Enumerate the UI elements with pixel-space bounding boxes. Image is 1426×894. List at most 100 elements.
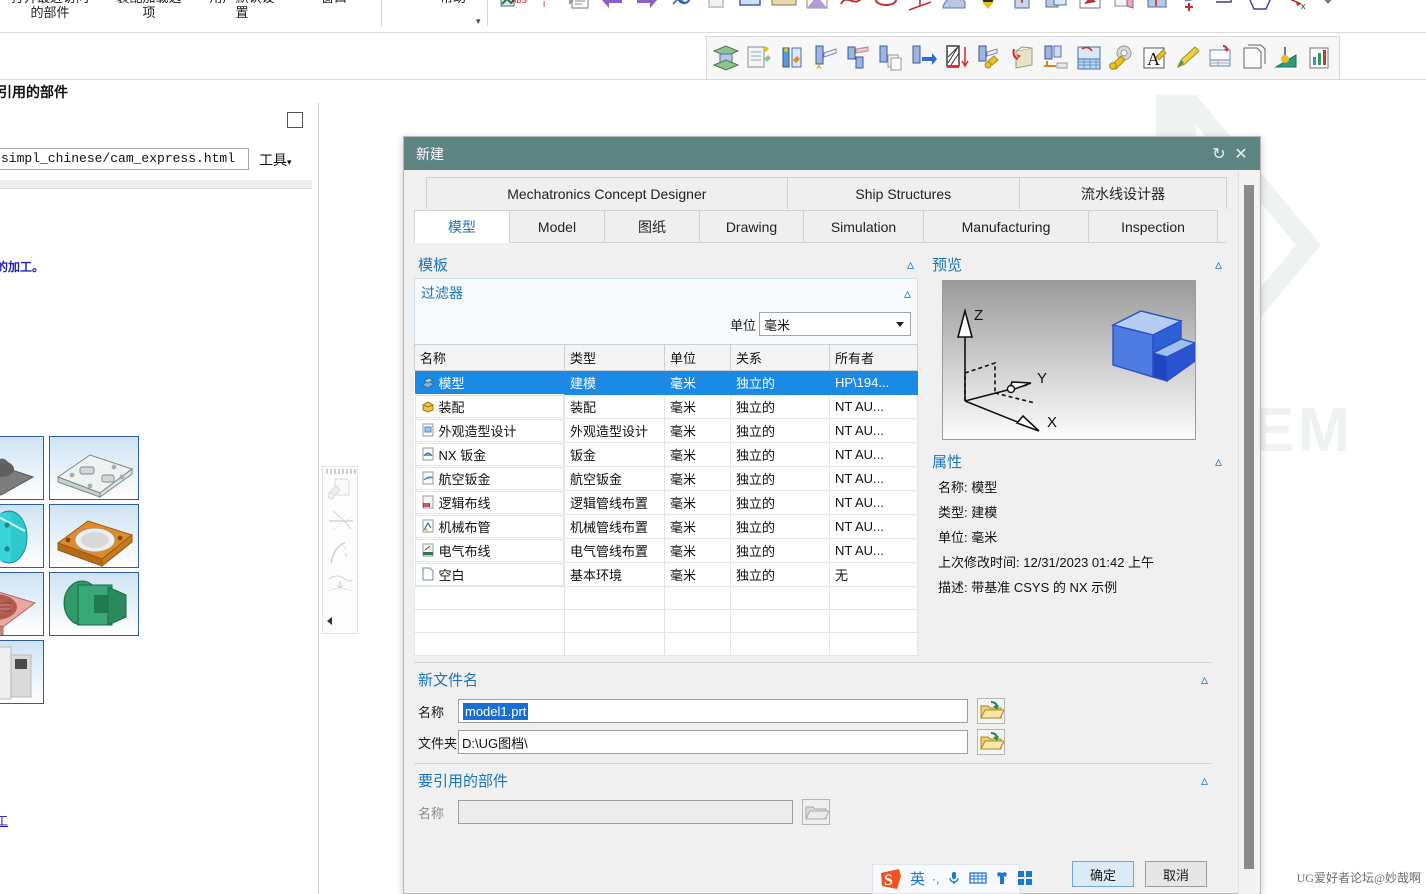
table-row-empty[interactable] [414,609,918,633]
tab-5[interactable]: Manufacturing [923,210,1089,243]
table-row[interactable]: 模型 建模 毫米 独立的 HP\194... [414,370,918,395]
boolean-icon[interactable] [1041,0,1071,18]
filter-header[interactable]: 过滤器 ▵️ [421,283,911,303]
bridge-curve-icon[interactable] [327,571,355,599]
tool-copy-icon[interactable] [876,43,906,73]
tool-grid-icon[interactable] [1074,43,1104,73]
tab-3[interactable]: Drawing [699,210,804,243]
table-column-header[interactable]: 关系 [730,344,830,371]
add-feature-icon[interactable] [1177,0,1207,18]
chamfer-icon[interactable] [973,0,1003,18]
tab-2[interactable]: 图纸 [604,210,700,243]
doc-checkbox[interactable] [287,112,303,128]
menu-item-help[interactable]: 帮助 [407,0,499,5]
open-folder-icon[interactable] [977,698,1005,724]
table-row[interactable]: 空白 基本环境 毫米 独立的无 [414,562,918,587]
thumbnail-item[interactable] [49,436,139,500]
assembly-layers-icon[interactable] [711,43,741,73]
menu-item-assembly-load[interactable]: 装配加载选项 [103,0,195,20]
template-section-header[interactable]: 模板 ▵️ [414,253,918,278]
keyboard-icon[interactable] [969,870,988,889]
section-view-icon[interactable] [803,0,833,18]
tool-create-icon[interactable] [777,43,807,73]
tool-machine-icon[interactable] [1041,43,1071,73]
tool-list-icon[interactable] [744,43,774,73]
measure-icon[interactable] [769,0,799,18]
abs-csys-icon[interactable]: ABS [497,0,527,18]
unit-select[interactable]: 毫米 [759,312,911,336]
tab-1[interactable]: Model [509,210,605,243]
reference-section-header[interactable]: 要引用的部件 ▵️ [414,769,1212,794]
table-row[interactable]: 航空钣金 航空钣金 毫米 独立的 NT AU... [414,466,918,491]
table-row[interactable]: 外观造型设计 外观造型设计 毫米 独立的 NT AU... [414,418,918,443]
view-section-icon[interactable] [1272,43,1302,73]
sketch-tool-icon[interactable] [327,475,355,503]
thumbnail-item[interactable] [0,572,44,636]
table-row[interactable]: 机械布管 机械管线布置 毫米 独立的 NT AU... [414,514,918,539]
refresh-view-icon[interactable] [667,0,697,18]
table-column-header[interactable]: 名称 [414,344,565,371]
apps-icon[interactable] [1017,870,1033,889]
tab-0[interactable]: Mechatronics Concept Designer [426,177,788,209]
chevron-up-icon[interactable]: ▵️ [1215,256,1222,273]
circle-icon[interactable] [871,0,901,18]
newfile-section-header[interactable]: 新文件名 ▵️ [414,668,1212,693]
cancel-button[interactable]: 取消 [1145,861,1207,887]
table-row[interactable]: 电气布线 电气管线布置 毫米 独立的 NT AU... [414,538,918,563]
chevron-up-icon[interactable]: ▵️ [1201,772,1208,789]
open-folder-icon[interactable] [977,729,1005,755]
fit-view-icon[interactable] [735,0,765,18]
ok-button[interactable]: 确定 [1072,861,1134,887]
chart-icon[interactable] [1305,43,1335,73]
dialog-scrollbar[interactable] [1238,171,1259,894]
newfile-folder-input[interactable] [458,730,968,754]
pencil-icon[interactable] [1173,43,1203,73]
ime-punctuation-button[interactable]: ·, [932,873,939,885]
skin-icon[interactable] [994,870,1010,889]
delete-constraint-icon[interactable]: x [1279,0,1309,18]
table-row[interactable]: NX 钣金 钣金 毫米 独立的 NT AU... [414,442,918,467]
preview-section-header[interactable]: 预览 ▵️ [928,253,1226,278]
refresh-icon[interactable]: ↻ [1208,143,1230,165]
close-icon[interactable]: ✕ [1230,143,1252,165]
doc-url-field[interactable]: simpl_chinese/cam_express.html [0,148,249,170]
chevron-up-icon[interactable]: ▵️ [1201,671,1208,688]
doc-tools-menu[interactable]: 工具▾ [259,150,292,170]
tab-4[interactable]: Simulation [803,210,924,243]
table-column-header[interactable]: 单位 [664,344,731,371]
table-column-header[interactable]: 所有者 [829,344,918,371]
sogou-logo-icon[interactable]: S [879,867,903,891]
blank-window-icon[interactable] [701,0,731,18]
trim-curve-icon[interactable] [327,507,355,535]
drag-handle[interactable] [326,469,356,474]
redo-icon[interactable] [633,0,663,18]
newfile-name-input[interactable] [458,699,968,723]
chevron-up-icon[interactable]: ▵️ [1215,453,1222,470]
tool-transfer-icon[interactable] [909,43,939,73]
tab-2[interactable]: 流水线设计器 [1018,177,1227,209]
tool-edit-icon[interactable] [843,43,873,73]
reference-name-input[interactable] [458,800,793,824]
table-row-empty[interactable] [414,632,918,656]
extrude-icon[interactable] [1007,0,1037,18]
datum-csys-icon[interactable] [905,0,935,18]
table-row[interactable]: 装配 装配 毫米 独立的 NT AU... [414,394,918,419]
annotation-text-icon[interactable]: A [1140,43,1170,73]
chevron-up-icon[interactable]: ▵️ [904,285,911,302]
datum-plane-icon[interactable]: I [531,0,561,18]
tool-wrench-icon[interactable] [1107,43,1137,73]
draft-icon[interactable] [1143,0,1173,18]
expand-arrow-icon[interactable] [327,617,332,625]
chevron-up-icon[interactable]: ▵️ [907,256,914,273]
menu-item-window[interactable]: 窗口 [288,0,380,5]
thumbnail-item[interactable] [0,504,44,568]
properties-section-header[interactable]: 属性 ▵️ [928,450,1226,475]
menu-item-recent-parts[interactable]: 打开最近访问的部件 [4,0,96,20]
revolve-icon[interactable] [939,0,969,18]
overflow-icon[interactable] [1313,0,1343,18]
tab-0[interactable]: 模型 [414,210,510,243]
thumbnail-item[interactable] [49,504,139,568]
ime-mode-button[interactable]: 英 [910,872,925,887]
thumbnail-item[interactable] [0,436,44,500]
tool-settings-icon[interactable] [975,43,1005,73]
